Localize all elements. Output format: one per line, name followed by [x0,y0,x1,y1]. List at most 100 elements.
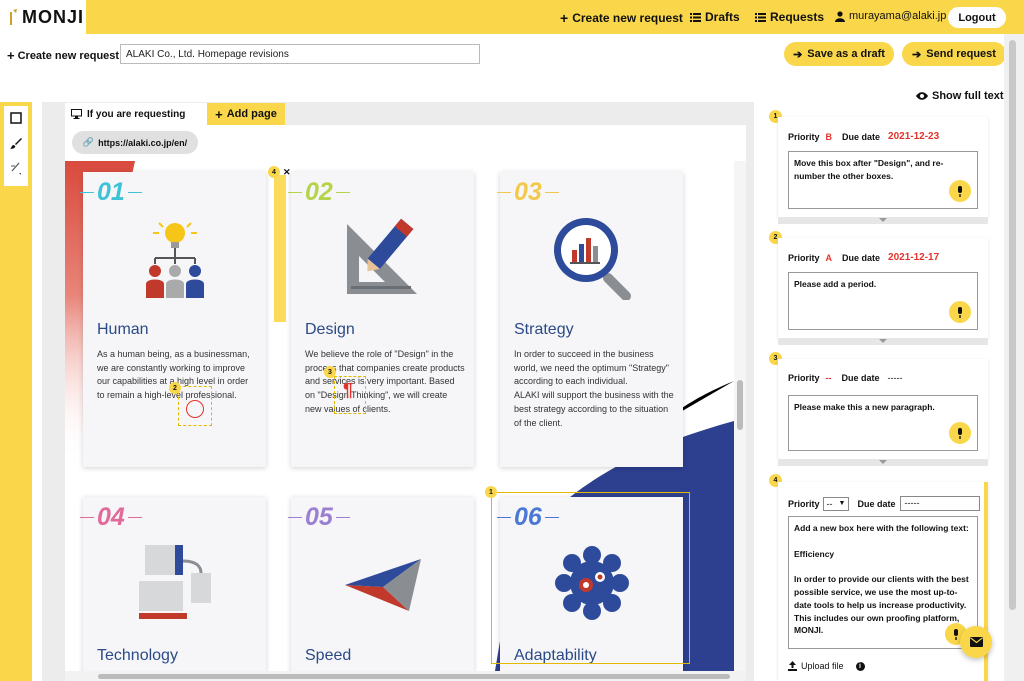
microphone-icon[interactable] [949,180,971,202]
marker-4[interactable]: 4 [268,166,280,178]
marker-1[interactable]: 1 [485,486,497,498]
vertical-scroll-thumb[interactable] [737,380,743,430]
marker-3[interactable]: 3 [324,366,336,378]
nav-create-request[interactable]: + Create new request [560,10,683,26]
horizontal-scroll-thumb[interactable] [98,674,730,679]
microphone-icon[interactable] [949,422,971,444]
request-text-2[interactable]: Please add a period. [788,272,978,330]
rectangle-tool-icon[interactable] [10,112,22,124]
request-card-1[interactable]: Priority B Due date 2021-12-23 Move this bo… [778,117,988,217]
logo[interactable]: MONJI [0,0,86,34]
list-icon [755,12,766,22]
tool-column [4,106,28,186]
nav-requests-label: Requests [770,10,825,24]
marker-2[interactable]: 2 [169,382,181,394]
caret-down-icon: ▼ [838,500,846,507]
card-description: As a human being, as a businessman, we a… [97,349,250,401]
priority-row: Priority A Due date 2021-12-17 [788,252,940,263]
card-number: 02 [288,178,350,207]
request-title-input[interactable] [120,44,480,64]
tab-requesting[interactable]: If you are requesting [65,103,207,125]
nav-requests[interactable]: Requests [755,10,824,24]
request-card-4[interactable]: Priority -- ▼ Due date ----- Add a new bo… [778,482,988,681]
logo-mark-icon [10,9,17,25]
close-marker-icon[interactable]: ✕ [283,167,291,178]
collapse-handle[interactable] [778,459,988,466]
card-number: 04 [80,503,142,532]
card-human: 01 Human As a human being, as a business… [80,172,266,467]
insert-marker-bar[interactable] [274,175,286,322]
request-text-3[interactable]: Please make this a new paragraph. [788,395,978,451]
annotation-box-1[interactable] [491,492,690,664]
brush-icon[interactable] [10,137,22,149]
logo-text: MONJI [22,7,85,27]
save-draft-button[interactable]: ➔ Save as a draft [784,42,894,66]
due-date-value: ----- [887,373,903,383]
due-date-value: 2021-12-17 [888,252,940,263]
card-number: 05 [288,503,350,532]
nav-create-label: Create new request [572,11,683,25]
add-page-label: Add page [226,108,277,120]
url-pill[interactable]: 🔗 https://alaki.co.jp/en/ [72,131,198,154]
collapse-handle[interactable] [778,217,988,224]
design-tools-icon [347,218,417,294]
magnifier-chart-icon [554,218,631,300]
send-request-label: Send request [926,48,996,60]
show-full-text-toggle[interactable]: Show full text [916,90,1004,102]
microphone-icon[interactable] [949,301,971,323]
add-page-button[interactable]: + Add page [207,103,285,125]
priority-value: -- [825,373,832,383]
priority-value: A [825,252,833,263]
nav-drafts[interactable]: Drafts [690,10,740,24]
upload-file-button[interactable]: Upload file i [788,661,865,671]
request-text-1[interactable]: Move this box after "Design", and re-num… [788,151,978,209]
priority-value: B [825,131,833,142]
send-request-button[interactable]: ➔ Send request [902,42,1006,66]
plus-icon: + [215,106,223,122]
priority-row: Priority B Due date 2021-12-23 [788,131,940,142]
paragraph-mark-icon: ¶ [343,380,354,400]
user-icon [835,10,845,22]
card-title: Technology [97,647,178,664]
breadcrumb[interactable]: + Create new request › [7,48,128,63]
card-technology: 04 Technology [80,497,266,671]
annotation-circle [186,400,204,418]
card-speed: 05 Speed [288,497,474,671]
upload-file-label: Upload file [801,661,844,671]
upload-icon [788,661,797,671]
chat-button[interactable] [960,626,992,658]
request-card-3[interactable]: Priority -- Due date ----- Please make this… [778,359,988,459]
card-title: Human [97,321,149,338]
info-icon[interactable]: i [855,661,865,671]
due-date-input[interactable]: ----- [900,496,981,511]
url-text: https://alaki.co.jp/en/ [98,137,188,148]
show-full-text-label: Show full text [932,90,1004,102]
link-icon: 🔗 [82,137,95,147]
collapse-handle[interactable] [778,338,988,345]
card-number: 03 [497,178,559,207]
nav-user[interactable]: murayama@alaki.jp [835,10,946,22]
card-number: 01 [80,178,142,207]
tool-strip [0,102,32,681]
monitor-icon [71,109,82,119]
panel-scroll-thumb[interactable] [1009,40,1016,610]
priority-select[interactable]: -- ▼ [822,496,850,511]
request-card-2[interactable]: Priority A Due date 2021-12-17 Please add a… [778,238,988,338]
due-date-value: 2021-12-23 [888,131,940,142]
breadcrumb-label: Create new request [17,49,120,62]
save-draft-label: Save as a draft [807,48,885,60]
card-title: Design [305,321,355,338]
card-description: In order to succeed in the business worl… [514,349,674,428]
text-edit-icon[interactable] [10,162,22,176]
people-hierarchy-icon [146,222,204,298]
priority-row: Priority -- Due date ----- [788,373,903,383]
paper-plane-icon [345,559,421,611]
plus-icon: + [560,10,569,26]
arrow-right-icon: ➔ [793,48,803,61]
card-description: We believe the role of "Design" in the p… [305,349,465,414]
card-design: 02 Design We believe the role of "Design… [288,172,474,467]
logout-button[interactable]: Logout [948,7,1006,28]
card-strategy: 03 Strategy In order to succeed in the b… [497,172,683,467]
mail-icon [969,637,983,647]
nav-drafts-label: Drafts [705,10,740,24]
